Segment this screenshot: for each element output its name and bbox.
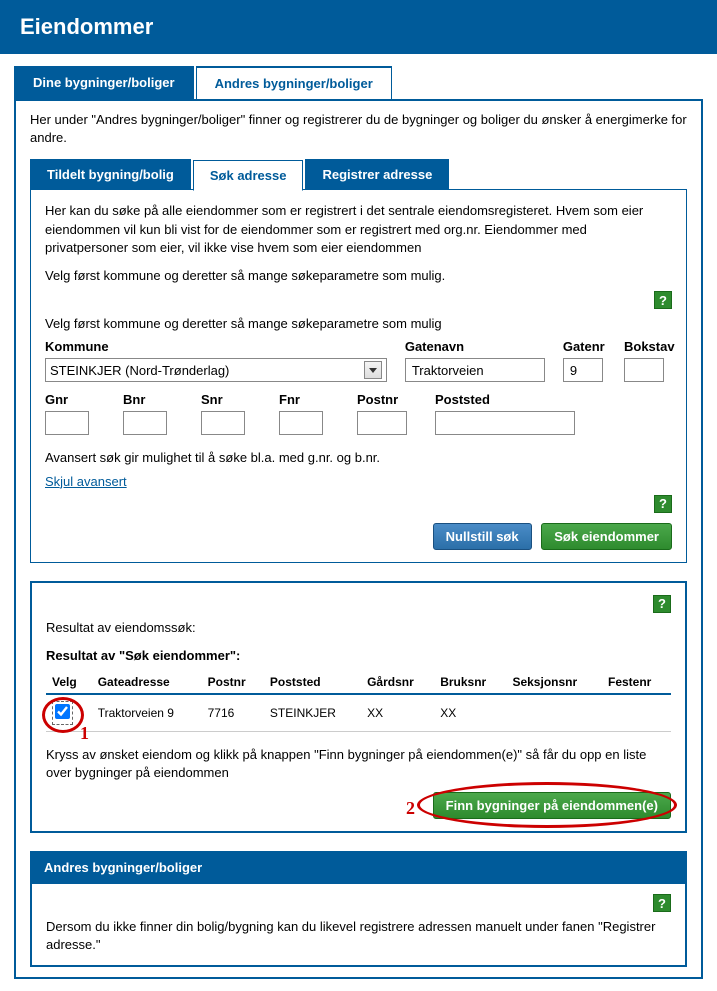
results-table: Velg Gateadresse Postnr Poststed Gårdsnr… (46, 671, 671, 732)
chevron-down-icon (364, 361, 382, 379)
label-kommune: Kommune (45, 339, 387, 354)
intro-text: Her under "Andres bygninger/boliger" fin… (30, 111, 687, 147)
subtab-registrer[interactable]: Registrer adresse (305, 159, 449, 190)
main-tabs: Dine bygninger/boliger Andres bygninger/… (14, 66, 703, 101)
tab-andres-bygninger[interactable]: Andres bygninger/boliger (196, 66, 392, 99)
cell-gardsnr: XX (361, 694, 434, 732)
section-bar-andres: Andres bygninger/boliger (30, 851, 687, 884)
tab-dine-bygninger[interactable]: Dine bygninger/boliger (14, 66, 194, 99)
label-postnr: Postnr (357, 392, 417, 407)
col-poststed: Poststed (264, 671, 361, 694)
kommune-value: STEINKJER (Nord-Trønderlag) (50, 363, 229, 378)
subtab-tildelt[interactable]: Tildelt bygning/bolig (30, 159, 191, 190)
gatenavn-input[interactable] (405, 358, 545, 382)
search-button[interactable]: Søk eiendommer (541, 523, 672, 550)
advanced-text: Avansert søk gir mulighet til å søke bl.… (45, 449, 672, 467)
label-gnr: Gnr (45, 392, 105, 407)
cell-postnr: 7716 (202, 694, 264, 732)
results-subtitle: Resultat av "Søk eiendommer": (46, 647, 671, 665)
col-festenr: Festenr (602, 671, 671, 694)
hide-advanced-link[interactable]: Skjul avansert (45, 474, 127, 489)
help-icon[interactable]: ? (654, 291, 672, 309)
kommune-select[interactable]: STEINKJER (Nord-Trønderlag) (45, 358, 387, 382)
cell-seksjonsnr (506, 694, 602, 732)
label-bokstav: Bokstav (624, 339, 672, 354)
results-title: Resultat av eiendomssøk: (46, 619, 671, 637)
postnr-input[interactable] (357, 411, 407, 435)
col-bruksnr: Bruksnr (434, 671, 506, 694)
bottom-panel: ? Dersom du ikke finner din bolig/bygnin… (30, 884, 687, 966)
help-icon[interactable]: ? (653, 595, 671, 613)
subtab-sok-adresse[interactable]: Søk adresse (193, 160, 304, 191)
reset-button[interactable]: Nullstill søk (433, 523, 532, 550)
search-desc1: Her kan du søke på alle eiendommer som e… (45, 202, 672, 257)
search-panel: Her kan du søke på alle eiendommer som e… (30, 189, 687, 562)
col-gardsnr: Gårdsnr (361, 671, 434, 694)
label-gatenavn: Gatenavn (405, 339, 545, 354)
page-title: Eiendommer (20, 14, 153, 39)
cell-festenr (602, 694, 671, 732)
search-desc3: Velg først kommune og deretter så mange … (45, 315, 672, 333)
find-buildings-button[interactable]: Finn bygninger på eiendommen(e) (433, 792, 671, 819)
gnr-input[interactable] (45, 411, 89, 435)
cell-poststed: STEINKJER (264, 694, 361, 732)
cell-gateadresse: Traktorveien 9 (92, 694, 202, 732)
label-bnr: Bnr (123, 392, 183, 407)
sub-tabs: Tildelt bygning/bolig Søk adresse Regist… (30, 159, 687, 190)
row-checkbox[interactable] (55, 704, 70, 719)
help-icon[interactable]: ? (653, 894, 671, 912)
page-header: Eiendommer (0, 0, 717, 54)
col-gateadresse: Gateadresse (92, 671, 202, 694)
results-panel: ? Resultat av eiendomssøk: Resultat av "… (30, 581, 687, 834)
annotation-2: 2 (406, 798, 415, 819)
col-velg: Velg (46, 671, 92, 694)
col-seksjonsnr: Seksjonsnr (506, 671, 602, 694)
bnr-input[interactable] (123, 411, 167, 435)
help-icon[interactable]: ? (654, 495, 672, 513)
label-fnr: Fnr (279, 392, 339, 407)
table-row: Traktorveien 9 7716 STEINKJER XX XX (46, 694, 671, 732)
bottom-text: Dersom du ikke finner din bolig/bygning … (46, 918, 671, 954)
label-poststed: Poststed (435, 392, 575, 407)
gatenr-input[interactable] (563, 358, 603, 382)
poststed-input[interactable] (435, 411, 575, 435)
snr-input[interactable] (201, 411, 245, 435)
search-desc2: Velg først kommune og deretter så mange … (45, 267, 672, 285)
results-instruction: Kryss av ønsket eiendom og klikk på knap… (46, 746, 671, 782)
cell-bruksnr: XX (434, 694, 506, 732)
label-gatenr: Gatenr (563, 339, 606, 354)
fnr-input[interactable] (279, 411, 323, 435)
col-postnr: Postnr (202, 671, 264, 694)
main-panel: Her under "Andres bygninger/boliger" fin… (14, 101, 703, 979)
bokstav-input[interactable] (624, 358, 664, 382)
label-snr: Snr (201, 392, 261, 407)
